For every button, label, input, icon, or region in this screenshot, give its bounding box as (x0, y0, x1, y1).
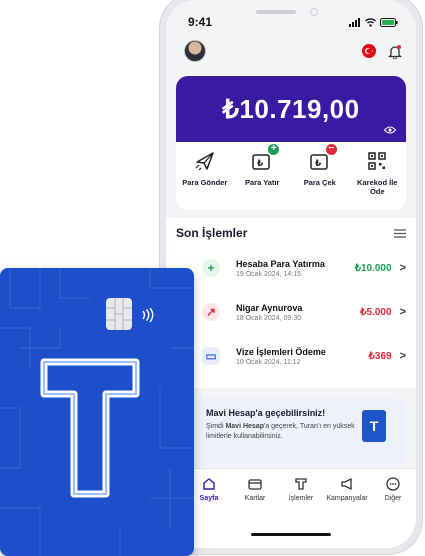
bank-card (0, 268, 194, 556)
tab-cards[interactable]: Kartlar (233, 477, 277, 502)
menu-icon[interactable] (394, 228, 406, 238)
qr-code-icon (368, 152, 386, 170)
arrow-up-right-icon: ↗ (202, 303, 220, 321)
transaction-name: Vize İşlemleri Ödeme (236, 346, 326, 357)
plus-icon: + (202, 259, 220, 277)
transaction-amount: ₺5.000 (360, 306, 392, 318)
transaction-amount: ₺369 (368, 350, 392, 362)
card-icon: ▭ (202, 347, 220, 365)
send-money-button[interactable]: Para Gönder (179, 150, 231, 210)
tab-campaigns[interactable]: Kampanyalar (325, 477, 369, 502)
phone-frame: 9:41 ₺10.719,00 Para Gönder ₺ + Para Yat… (160, 0, 422, 554)
transaction-date: 10 Ocak 2024, 11:12 (236, 358, 301, 366)
signal-icon (349, 17, 360, 27)
deposit-icon: ₺ + (251, 144, 280, 172)
app-screen: 9:41 ₺10.719,00 Para Gönder ₺ + Para Yat… (166, 0, 416, 548)
wifi-icon (365, 17, 376, 27)
header-actions (362, 44, 402, 59)
tabs: Sayfa Kartlar İşlemler Kampanyalar Diğer (166, 469, 416, 502)
tab-label: İşlemler (288, 495, 314, 502)
tab-label: Diğer (384, 495, 402, 502)
transactions-header: Son İşlemler (166, 218, 416, 246)
tab-more[interactable]: Diğer (371, 477, 415, 502)
contactless-icon (142, 308, 154, 322)
transaction-date: 18 Ocak 2024, 09:30 (236, 314, 301, 322)
home-indicator (251, 533, 331, 536)
transaction-row[interactable]: ↗ Nigar Aynurova 18 Ocak 2024, 09:30 ₺5.… (166, 290, 416, 334)
tab-label: Kampanyalar (326, 495, 368, 502)
header-row (184, 40, 402, 62)
withdraw-icon: ₺ − (309, 144, 337, 172)
home-icon (203, 478, 215, 490)
transactions-icon (295, 478, 307, 490)
status-bar: 9:41 (188, 14, 398, 30)
status-time: 9:41 (188, 15, 213, 29)
promo-text: Şimdi Mavi Hesap'a geçerek, Turan'ı en y… (206, 422, 356, 442)
turkey-flag-icon[interactable] (362, 44, 376, 58)
svg-text:₺: ₺ (315, 159, 322, 169)
withdraw-label: Para Çek (303, 178, 336, 187)
cards-icon (248, 479, 262, 490)
promo-banner[interactable]: Mavi Hesap'a geçebilirsiniz! Şimdi Mavi … (178, 398, 404, 466)
chevron-right-icon: > (399, 262, 406, 274)
transaction-row[interactable]: + Hesaba Para Yatırma 19 Ocak 2024, 14:1… (166, 246, 416, 290)
blue-card-image: T (362, 410, 386, 442)
bell-icon[interactable] (388, 44, 402, 59)
tab-label: Sayfa (199, 495, 219, 502)
promo-text-bold: Mavi Hesap (225, 423, 264, 430)
promo-text-suffix: 'a geçerek, Turan'ı (263, 423, 322, 430)
megaphone-icon (341, 477, 352, 491)
balance-card: ₺10.719,00 (176, 76, 406, 142)
withdraw-button[interactable]: ₺ − Para Çek (294, 144, 346, 210)
tab-transactions[interactable]: İşlemler (279, 477, 323, 502)
tab-label: Kartlar (244, 495, 266, 502)
transactions-title: Son İşlemler (176, 226, 248, 240)
quick-actions: Para Gönder ₺ + Para Yatır ₺ − Para Çek … (176, 142, 406, 210)
balance-amount: ₺10.719,00 (222, 94, 360, 124)
chevron-right-icon: > (399, 306, 406, 318)
qr-pay-button[interactable]: Karekod İle Öde (351, 150, 403, 210)
chip-icon (106, 298, 132, 330)
transaction-row[interactable]: ▭ Vize İşlemleri Ödeme 10 Ocak 2024, 11:… (166, 334, 416, 378)
transaction-text: Hesaba Para Yatırma 19 Ocak 2024, 14:15 (236, 259, 355, 278)
more-icon (386, 477, 400, 491)
qr-pay-label: Karekod İle Öde (357, 178, 398, 196)
battery-icon (380, 17, 398, 27)
promo-title: Mavi Hesap'a geçebilirsiniz! (206, 408, 326, 418)
turan-logo-icon (40, 358, 140, 498)
deposit-button[interactable]: ₺ + Para Yatır (236, 144, 288, 210)
send-icon (195, 152, 214, 171)
transaction-text: Nigar Aynurova 18 Ocak 2024, 09:30 (236, 303, 360, 322)
transaction-date: 19 Ocak 2024, 14:15 (236, 270, 301, 278)
recent-transactions: Son İşlemler + Hesaba Para Yatırma 19 Oc… (166, 218, 416, 388)
status-icons (349, 17, 398, 27)
tab-bar: Sayfa Kartlar İşlemler Kampanyalar Diğer (166, 468, 416, 548)
send-money-label: Para Gönder (182, 178, 228, 187)
svg-text:₺: ₺ (257, 159, 264, 169)
transaction-name: Hesaba Para Yatırma (236, 258, 325, 269)
promo-text-prefix: Şimdi (206, 423, 226, 430)
deposit-label: Para Yatır (245, 178, 280, 187)
transaction-name: Nigar Aynurova (236, 302, 303, 313)
avatar[interactable] (184, 40, 206, 62)
transaction-amount: ₺10.000 (354, 262, 392, 274)
eye-icon[interactable] (384, 126, 396, 134)
chevron-right-icon: > (399, 350, 406, 362)
transaction-text: Vize İşlemleri Ödeme 10 Ocak 2024, 11:12 (236, 347, 369, 366)
